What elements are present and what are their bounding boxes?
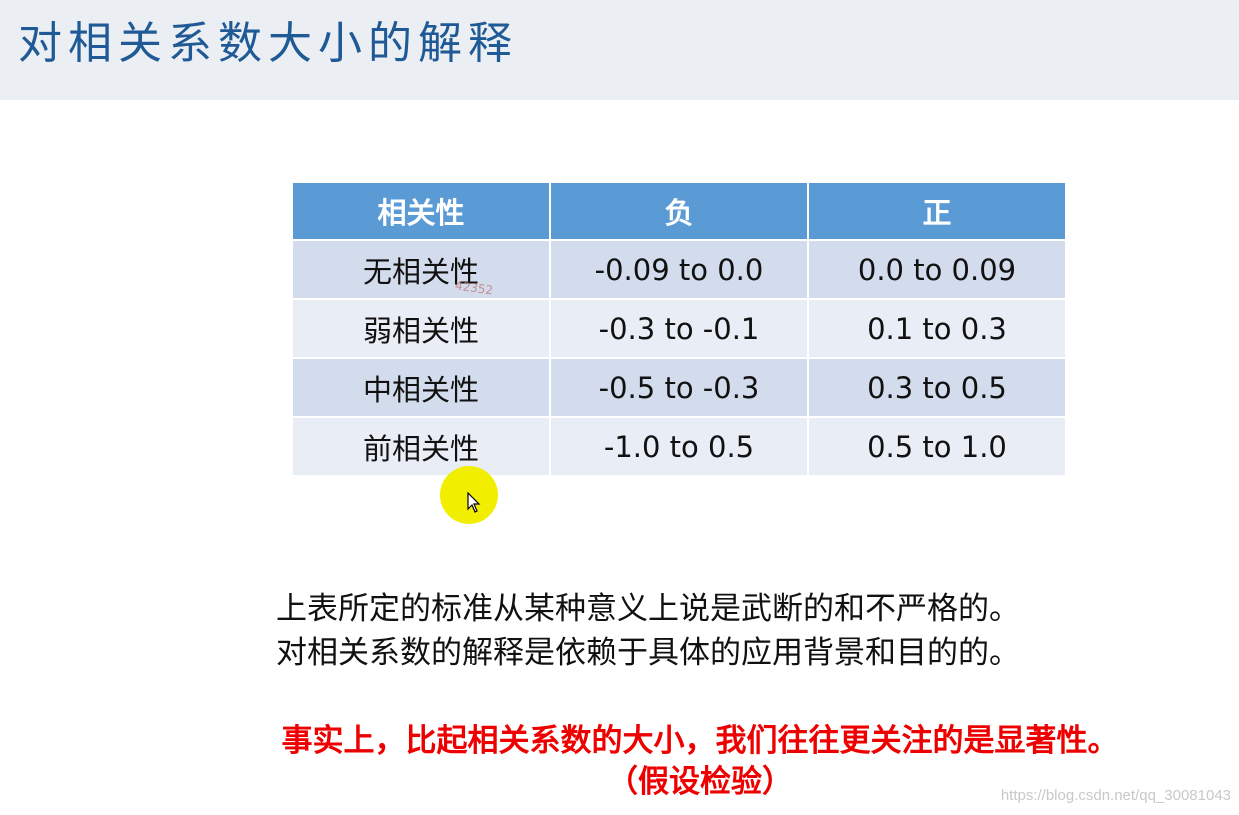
table-row: 前相关性 -1.0 to 0.5 0.5 to 1.0 (291, 416, 1067, 477)
table-row: 无相关性 -0.09 to 0.0 0.0 to 0.09 (291, 239, 1067, 300)
row-label: 无相关性 (291, 239, 551, 300)
negative-range: -0.09 to 0.0 (549, 239, 809, 300)
row-label: 前相关性 (291, 416, 551, 477)
table-header-row: 相关性 负 正 (291, 181, 1067, 241)
header-positive: 正 (807, 181, 1067, 241)
source-watermark: https://blog.csdn.net/qq_30081043 (1000, 787, 1231, 804)
header-correlation: 相关性 (291, 181, 551, 241)
note-line-2: 对相关系数的解释是依赖于具体的应用背景和目的的。 (276, 635, 1020, 671)
slide-title: 对相关系数大小的解释 (18, 18, 518, 69)
mouse-pointer-icon (467, 492, 481, 513)
row-label: 中相关性 (291, 357, 551, 418)
row-label: 弱相关性 (291, 298, 551, 359)
table-row: 中相关性 -0.5 to -0.3 0.3 to 0.5 (291, 357, 1067, 418)
table-row: 弱相关性 -0.3 to -0.1 0.1 to 0.3 (291, 298, 1067, 359)
negative-range: -1.0 to 0.5 (549, 416, 809, 477)
negative-range: -0.3 to -0.1 (549, 298, 809, 359)
positive-range: 0.0 to 0.09 (807, 239, 1067, 300)
emphasis-line-1: 事实上，比起相关系数的大小，我们往往更关注的是显著性。 (281, 723, 1119, 759)
note-line-1: 上表所定的标准从某种意义上说是武断的和不严格的。 (276, 591, 1020, 627)
positive-range: 0.3 to 0.5 (807, 357, 1067, 418)
title-bar: 对相关系数大小的解释 (0, 0, 1239, 100)
correlation-table: 相关性 负 正 无相关性 -0.09 to 0.0 0.0 to 0.09 弱相… (291, 181, 1067, 477)
positive-range: 0.1 to 0.3 (807, 298, 1067, 359)
positive-range: 0.5 to 1.0 (807, 416, 1067, 477)
negative-range: -0.5 to -0.3 (549, 357, 809, 418)
header-negative: 负 (549, 181, 809, 241)
